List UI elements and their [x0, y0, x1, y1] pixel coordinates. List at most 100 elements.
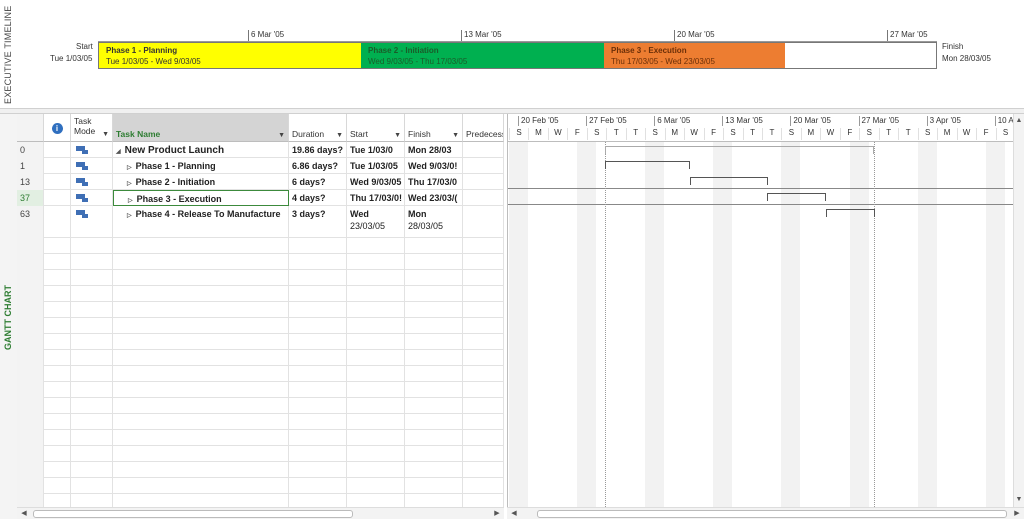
- duration-cell[interactable]: [289, 350, 347, 366]
- predecessors-cell[interactable]: [463, 318, 504, 334]
- task-row[interactable]: 1 ▷ Phase 1 - Planning 6.86 days? Tue 1/03/0…: [17, 158, 504, 174]
- expand-icon[interactable]: ▷: [127, 181, 132, 187]
- start-cell[interactable]: [347, 398, 405, 414]
- row-id[interactable]: [17, 494, 44, 507]
- task-name-cell[interactable]: [113, 286, 289, 302]
- expand-icon[interactable]: ▷: [128, 198, 133, 204]
- duration-cell[interactable]: 19.86 days?: [289, 142, 347, 158]
- finish-cell[interactable]: Mon 28/03: [405, 142, 463, 158]
- indicator-cell[interactable]: [44, 286, 71, 302]
- row-id[interactable]: [17, 446, 44, 462]
- row-id[interactable]: 0: [17, 142, 44, 158]
- indicator-cell[interactable]: [44, 382, 71, 398]
- task-name-cell[interactable]: [113, 382, 289, 398]
- task-mode-cell[interactable]: [71, 238, 113, 254]
- task-name-cell[interactable]: [113, 398, 289, 414]
- finish-header[interactable]: Finish ▼: [405, 114, 463, 142]
- predecessors-cell[interactable]: [463, 398, 504, 414]
- task-mode-cell[interactable]: [71, 350, 113, 366]
- start-cell[interactable]: [347, 334, 405, 350]
- chevron-down-icon[interactable]: ▼: [452, 132, 459, 139]
- finish-cell[interactable]: [405, 462, 463, 478]
- empty-row[interactable]: [17, 238, 504, 254]
- scroll-right-icon[interactable]: ▶: [1012, 509, 1022, 519]
- start-cell[interactable]: Wed 9/03/05: [347, 174, 405, 190]
- predecessors-cell[interactable]: [463, 238, 504, 254]
- finish-cell[interactable]: [405, 414, 463, 430]
- task-name-cell[interactable]: [113, 414, 289, 430]
- duration-cell[interactable]: [289, 494, 347, 507]
- finish-cell[interactable]: [405, 302, 463, 318]
- empty-row[interactable]: [17, 286, 504, 302]
- indicator-cell[interactable]: [44, 350, 71, 366]
- timeline-phase-initiation[interactable]: Phase 2 - Initiation Wed 9/03/05 - Thu 1…: [361, 43, 604, 68]
- predecessors-cell[interactable]: [463, 302, 504, 318]
- predecessors-cell[interactable]: [463, 478, 504, 494]
- empty-row[interactable]: [17, 414, 504, 430]
- empty-row[interactable]: [17, 446, 504, 462]
- predecessors-cell[interactable]: [463, 270, 504, 286]
- row-id[interactable]: [17, 254, 44, 270]
- empty-row[interactable]: [17, 270, 504, 286]
- task-name-cell[interactable]: [113, 238, 289, 254]
- duration-cell[interactable]: [289, 414, 347, 430]
- scroll-up-icon[interactable]: ▲: [1014, 116, 1024, 126]
- start-cell[interactable]: [347, 382, 405, 398]
- duration-cell[interactable]: [289, 238, 347, 254]
- finish-cell[interactable]: [405, 238, 463, 254]
- finish-cell[interactable]: [405, 350, 463, 366]
- duration-cell[interactable]: [289, 446, 347, 462]
- row-id[interactable]: [17, 286, 44, 302]
- task-row[interactable]: 63 ▷ Phase 4 - Release To Manufacture 3 day…: [17, 206, 504, 238]
- finish-cell[interactable]: Mon 28/03/05: [405, 206, 463, 238]
- row-id[interactable]: [17, 414, 44, 430]
- timeline-phase-planning[interactable]: Phase 1 - Planning Tue 1/03/05 - Wed 9/0…: [99, 43, 361, 68]
- task-mode-cell[interactable]: [71, 446, 113, 462]
- duration-cell[interactable]: 6.86 days?: [289, 158, 347, 174]
- finish-cell[interactable]: [405, 254, 463, 270]
- start-cell[interactable]: [347, 318, 405, 334]
- task-name-cell[interactable]: ◢ New Product Launch: [113, 142, 289, 158]
- duration-cell[interactable]: [289, 398, 347, 414]
- start-cell[interactable]: Wed 23/03/05: [347, 206, 405, 238]
- summary-bar-phase-1[interactable]: [605, 161, 690, 169]
- task-name-cell[interactable]: [113, 446, 289, 462]
- task-name-cell[interactable]: [113, 366, 289, 382]
- start-cell[interactable]: Tue 1/03/05: [347, 158, 405, 174]
- task-name-cell[interactable]: [113, 254, 289, 270]
- row-id[interactable]: 37: [17, 190, 44, 206]
- task-mode-cell[interactable]: [71, 302, 113, 318]
- task-mode-cell[interactable]: [71, 190, 113, 206]
- task-mode-cell[interactable]: [71, 430, 113, 446]
- indicators-header[interactable]: i: [44, 114, 71, 142]
- expand-icon[interactable]: ▷: [127, 213, 132, 219]
- finish-cell[interactable]: [405, 446, 463, 462]
- task-name-cell[interactable]: ▷ Phase 4 - Release To Manufacture: [113, 206, 289, 238]
- duration-cell[interactable]: [289, 478, 347, 494]
- duration-cell[interactable]: [289, 270, 347, 286]
- predecessors-cell[interactable]: [463, 142, 504, 158]
- finish-cell[interactable]: Wed 9/03/0!: [405, 158, 463, 174]
- start-cell[interactable]: Tue 1/03/0: [347, 142, 405, 158]
- task-mode-cell[interactable]: [71, 366, 113, 382]
- task-mode-cell[interactable]: [71, 478, 113, 494]
- scroll-left-icon[interactable]: ◀: [19, 509, 29, 519]
- start-cell[interactable]: [347, 254, 405, 270]
- start-cell[interactable]: [347, 446, 405, 462]
- finish-cell[interactable]: [405, 430, 463, 446]
- indicator-cell[interactable]: [44, 174, 71, 190]
- start-cell[interactable]: [347, 302, 405, 318]
- predecessors-cell[interactable]: [463, 350, 504, 366]
- row-id[interactable]: [17, 462, 44, 478]
- start-cell[interactable]: [347, 494, 405, 507]
- empty-row[interactable]: [17, 478, 504, 494]
- timeline-bar[interactable]: Phase 1 - Planning Tue 1/03/05 - Wed 9/0…: [98, 42, 937, 69]
- task-mode-cell[interactable]: [71, 494, 113, 507]
- summary-bar-project[interactable]: [605, 146, 874, 154]
- chart-horizontal-scrollbar[interactable]: ◀ ▶: [507, 507, 1024, 519]
- indicator-cell[interactable]: [44, 318, 71, 334]
- duration-cell[interactable]: [289, 254, 347, 270]
- row-id[interactable]: [17, 302, 44, 318]
- row-id[interactable]: [17, 366, 44, 382]
- gantt-chart[interactable]: 20 Feb '05 27 Feb '05 6 Mar '05 13 Mar '05 2…: [507, 114, 1013, 507]
